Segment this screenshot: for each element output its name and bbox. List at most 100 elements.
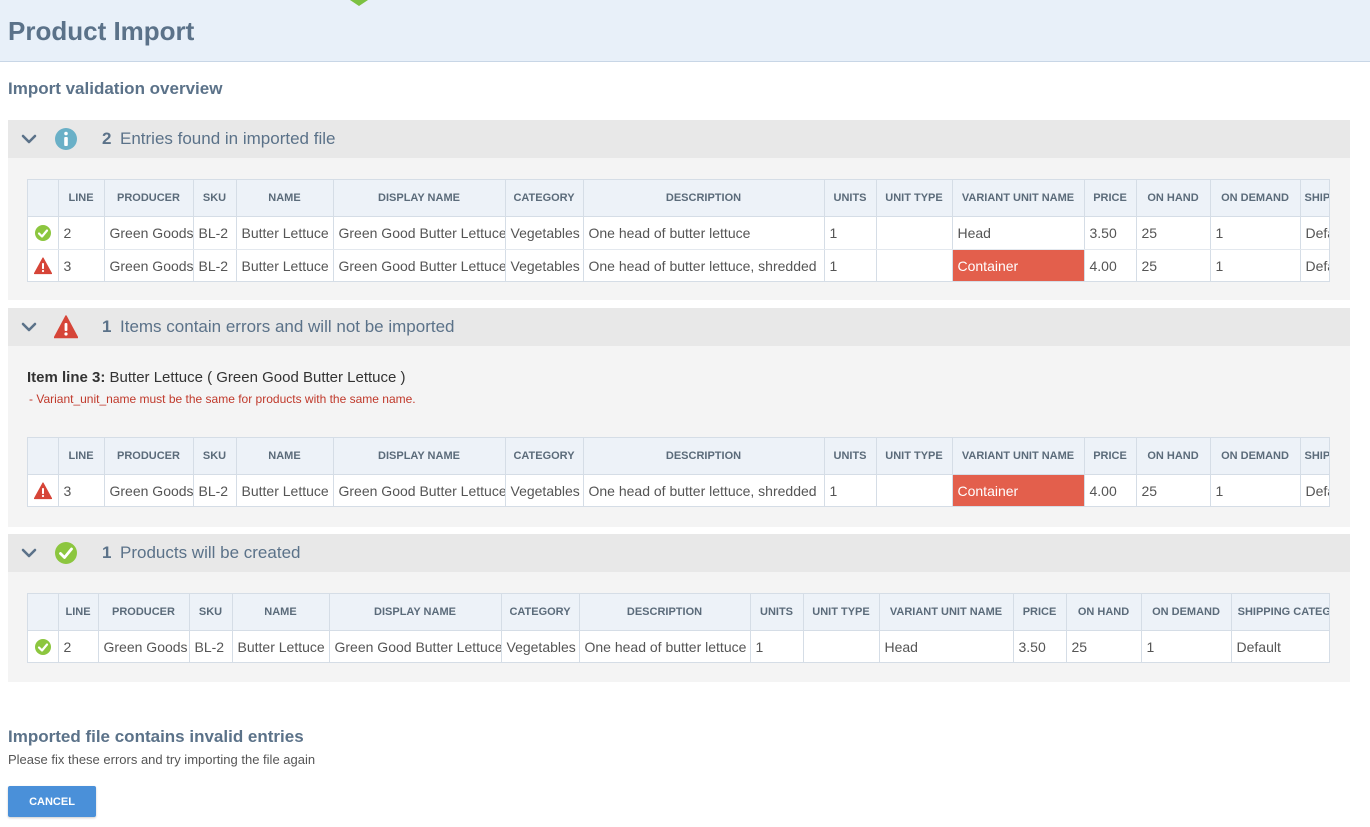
cell-unit-type bbox=[876, 216, 953, 250]
cell-category: Vegetables bbox=[505, 216, 584, 250]
error-item-text: Butter Lettuce ( Green Good Butter Lettu… bbox=[109, 369, 406, 386]
column-header-units: UNITS bbox=[750, 594, 804, 631]
cell-variant-unit-name: Container bbox=[952, 474, 1085, 506]
page-header: Product Import bbox=[0, 0, 1370, 62]
row-status bbox=[28, 474, 59, 506]
column-header-unit-type: UNIT TYPE bbox=[876, 438, 953, 475]
column-header-sku: SKU bbox=[193, 180, 237, 217]
column-header-price: PRICE bbox=[1084, 438, 1137, 475]
column-header-units: UNITS bbox=[824, 438, 877, 475]
cell-producer: Green Goods bbox=[104, 249, 194, 281]
invalid-entries-heading: Imported file contains invalid entries bbox=[8, 727, 304, 746]
chevron-down-icon[interactable] bbox=[20, 545, 38, 561]
column-header-shipping-category: SHIPPING CATEGORY bbox=[1300, 438, 1329, 475]
cell-category: Vegetables bbox=[501, 630, 580, 662]
errors-table: LINE PRODUCER SKU NAME DISPLAY NAME CATEGORY D… bbox=[27, 437, 1330, 507]
cell-line: 2 bbox=[58, 216, 105, 250]
cell-units: 1 bbox=[824, 249, 877, 281]
cell-on-hand: 25 bbox=[1136, 474, 1211, 506]
row-status bbox=[28, 216, 59, 250]
cell-price: 4.00 bbox=[1084, 474, 1137, 506]
cell-on-demand: 1 bbox=[1210, 474, 1301, 506]
cell-name: Butter Lettuce bbox=[236, 474, 334, 506]
cell-line: 3 bbox=[58, 249, 105, 281]
row-status bbox=[28, 630, 59, 662]
column-header-sku: SKU bbox=[189, 594, 233, 631]
cell-line: 3 bbox=[58, 474, 105, 506]
column-header-name: NAME bbox=[232, 594, 330, 631]
check-circle-icon bbox=[34, 638, 51, 655]
column-header-price: PRICE bbox=[1013, 594, 1067, 631]
column-header-sku: SKU bbox=[193, 438, 237, 475]
entries-count: 2 bbox=[102, 129, 112, 148]
cell-description: One head of butter lettuce, shredded bbox=[583, 474, 825, 506]
invalid-entries-text: Please fix these errors and try importin… bbox=[8, 752, 316, 767]
entries-label: Entries found in imported file bbox=[120, 129, 336, 148]
cell-description: One head of butter lettuce bbox=[583, 216, 825, 250]
cell-on-hand: 25 bbox=[1066, 630, 1142, 662]
page-title: Product Import bbox=[8, 16, 195, 46]
entries-panel-header[interactable]: 2 Entries found in imported file bbox=[8, 120, 1350, 158]
cell-unit-type bbox=[876, 249, 953, 281]
error-item-line: Item line 3: Butter Lettuce ( Green Good… bbox=[27, 369, 406, 386]
row-status bbox=[28, 249, 59, 281]
created-count: 1 bbox=[102, 543, 112, 562]
created-table-grid: LINE PRODUCER SKU NAME DISPLAY NAME CATEGORY D… bbox=[28, 594, 1329, 662]
column-header-on-hand: ON HAND bbox=[1136, 438, 1211, 475]
entries-table: LINE PRODUCER SKU NAME DISPLAY NAME CATEGORY D… bbox=[27, 179, 1330, 282]
table-row: 3 Green Goods BL-2 Butter Lettuce Green Good… bbox=[28, 249, 1329, 281]
cancel-button[interactable]: CANCEL bbox=[8, 786, 96, 817]
column-header-variant-unit-name: VARIANT UNIT NAME bbox=[952, 438, 1085, 475]
cell-display-name: Green Good Butter Lettuce bbox=[333, 474, 506, 506]
error-message: - Variant_unit_name must be the same for… bbox=[29, 392, 416, 406]
errors-panel-header[interactable]: 1 Items contain errors and will not be i… bbox=[8, 308, 1350, 346]
cell-units: 1 bbox=[824, 474, 877, 506]
cell-name: Butter Lettuce bbox=[236, 249, 334, 281]
column-header-category: CATEGORY bbox=[505, 180, 584, 217]
column-header-shipping-category: SHIPPING CATEGORY bbox=[1300, 180, 1329, 217]
cell-display-name: Green Good Butter Lettuce bbox=[333, 249, 506, 281]
cell-on-demand: 1 bbox=[1141, 630, 1232, 662]
column-header-producer: PRODUCER bbox=[104, 438, 194, 475]
cell-producer: Green Goods bbox=[104, 474, 194, 506]
cell-sku: BL-2 bbox=[189, 630, 233, 662]
column-header-variant-unit-name: VARIANT UNIT NAME bbox=[952, 180, 1085, 217]
column-header-on-demand: ON DEMAND bbox=[1210, 180, 1301, 217]
warning-icon bbox=[54, 315, 78, 339]
entries-panel: 2 Entries found in imported file LINE PRO… bbox=[8, 120, 1350, 300]
brand-logo-icon bbox=[350, 0, 368, 6]
cell-name: Butter Lettuce bbox=[236, 216, 334, 250]
table-header-row: LINE PRODUCER SKU NAME DISPLAY NAME CATEGORY D… bbox=[28, 594, 1329, 631]
created-label: Products will be created bbox=[120, 543, 301, 562]
validation-overview-heading: Import validation overview bbox=[8, 79, 223, 98]
cell-on-demand: 1 bbox=[1210, 249, 1301, 281]
table-row: 2 Green Goods BL-2 Butter Lettuce Green Good… bbox=[28, 630, 1329, 662]
cell-display-name: Green Good Butter Lettuce bbox=[329, 630, 502, 662]
warning-icon bbox=[33, 257, 52, 274]
created-panel: 1 Products will be created LINE PRODUCER S… bbox=[8, 534, 1350, 682]
errors-panel: 1 Items contain errors and will not be i… bbox=[8, 308, 1350, 527]
created-panel-header[interactable]: 1 Products will be created bbox=[8, 534, 1350, 572]
status-column-header bbox=[28, 180, 59, 217]
column-header-display-name: DISPLAY NAME bbox=[329, 594, 502, 631]
column-header-units: UNITS bbox=[824, 180, 877, 217]
column-header-line: LINE bbox=[58, 180, 105, 217]
cell-producer: Green Goods bbox=[104, 216, 194, 250]
cell-shipping-category: Default bbox=[1300, 249, 1329, 281]
column-header-on-demand: ON DEMAND bbox=[1210, 438, 1301, 475]
warning-icon bbox=[33, 482, 52, 499]
cell-units: 1 bbox=[750, 630, 804, 662]
cell-variant-unit-name: Head bbox=[952, 216, 1085, 250]
column-header-on-hand: ON HAND bbox=[1136, 180, 1211, 217]
cell-units: 1 bbox=[824, 216, 877, 250]
chevron-down-icon[interactable] bbox=[20, 319, 38, 335]
entries-table-grid: LINE PRODUCER SKU NAME DISPLAY NAME CATEGORY D… bbox=[28, 180, 1329, 281]
column-header-line: LINE bbox=[58, 438, 105, 475]
chevron-down-icon[interactable] bbox=[20, 131, 38, 147]
cell-producer: Green Goods bbox=[98, 630, 190, 662]
cell-shipping-category: Default bbox=[1300, 216, 1329, 250]
column-header-line: LINE bbox=[58, 594, 99, 631]
errors-label: Items contain errors and will not be imp… bbox=[120, 317, 455, 336]
table-header-row: LINE PRODUCER SKU NAME DISPLAY NAME CATEGORY D… bbox=[28, 180, 1329, 217]
check-circle-icon bbox=[34, 224, 51, 241]
